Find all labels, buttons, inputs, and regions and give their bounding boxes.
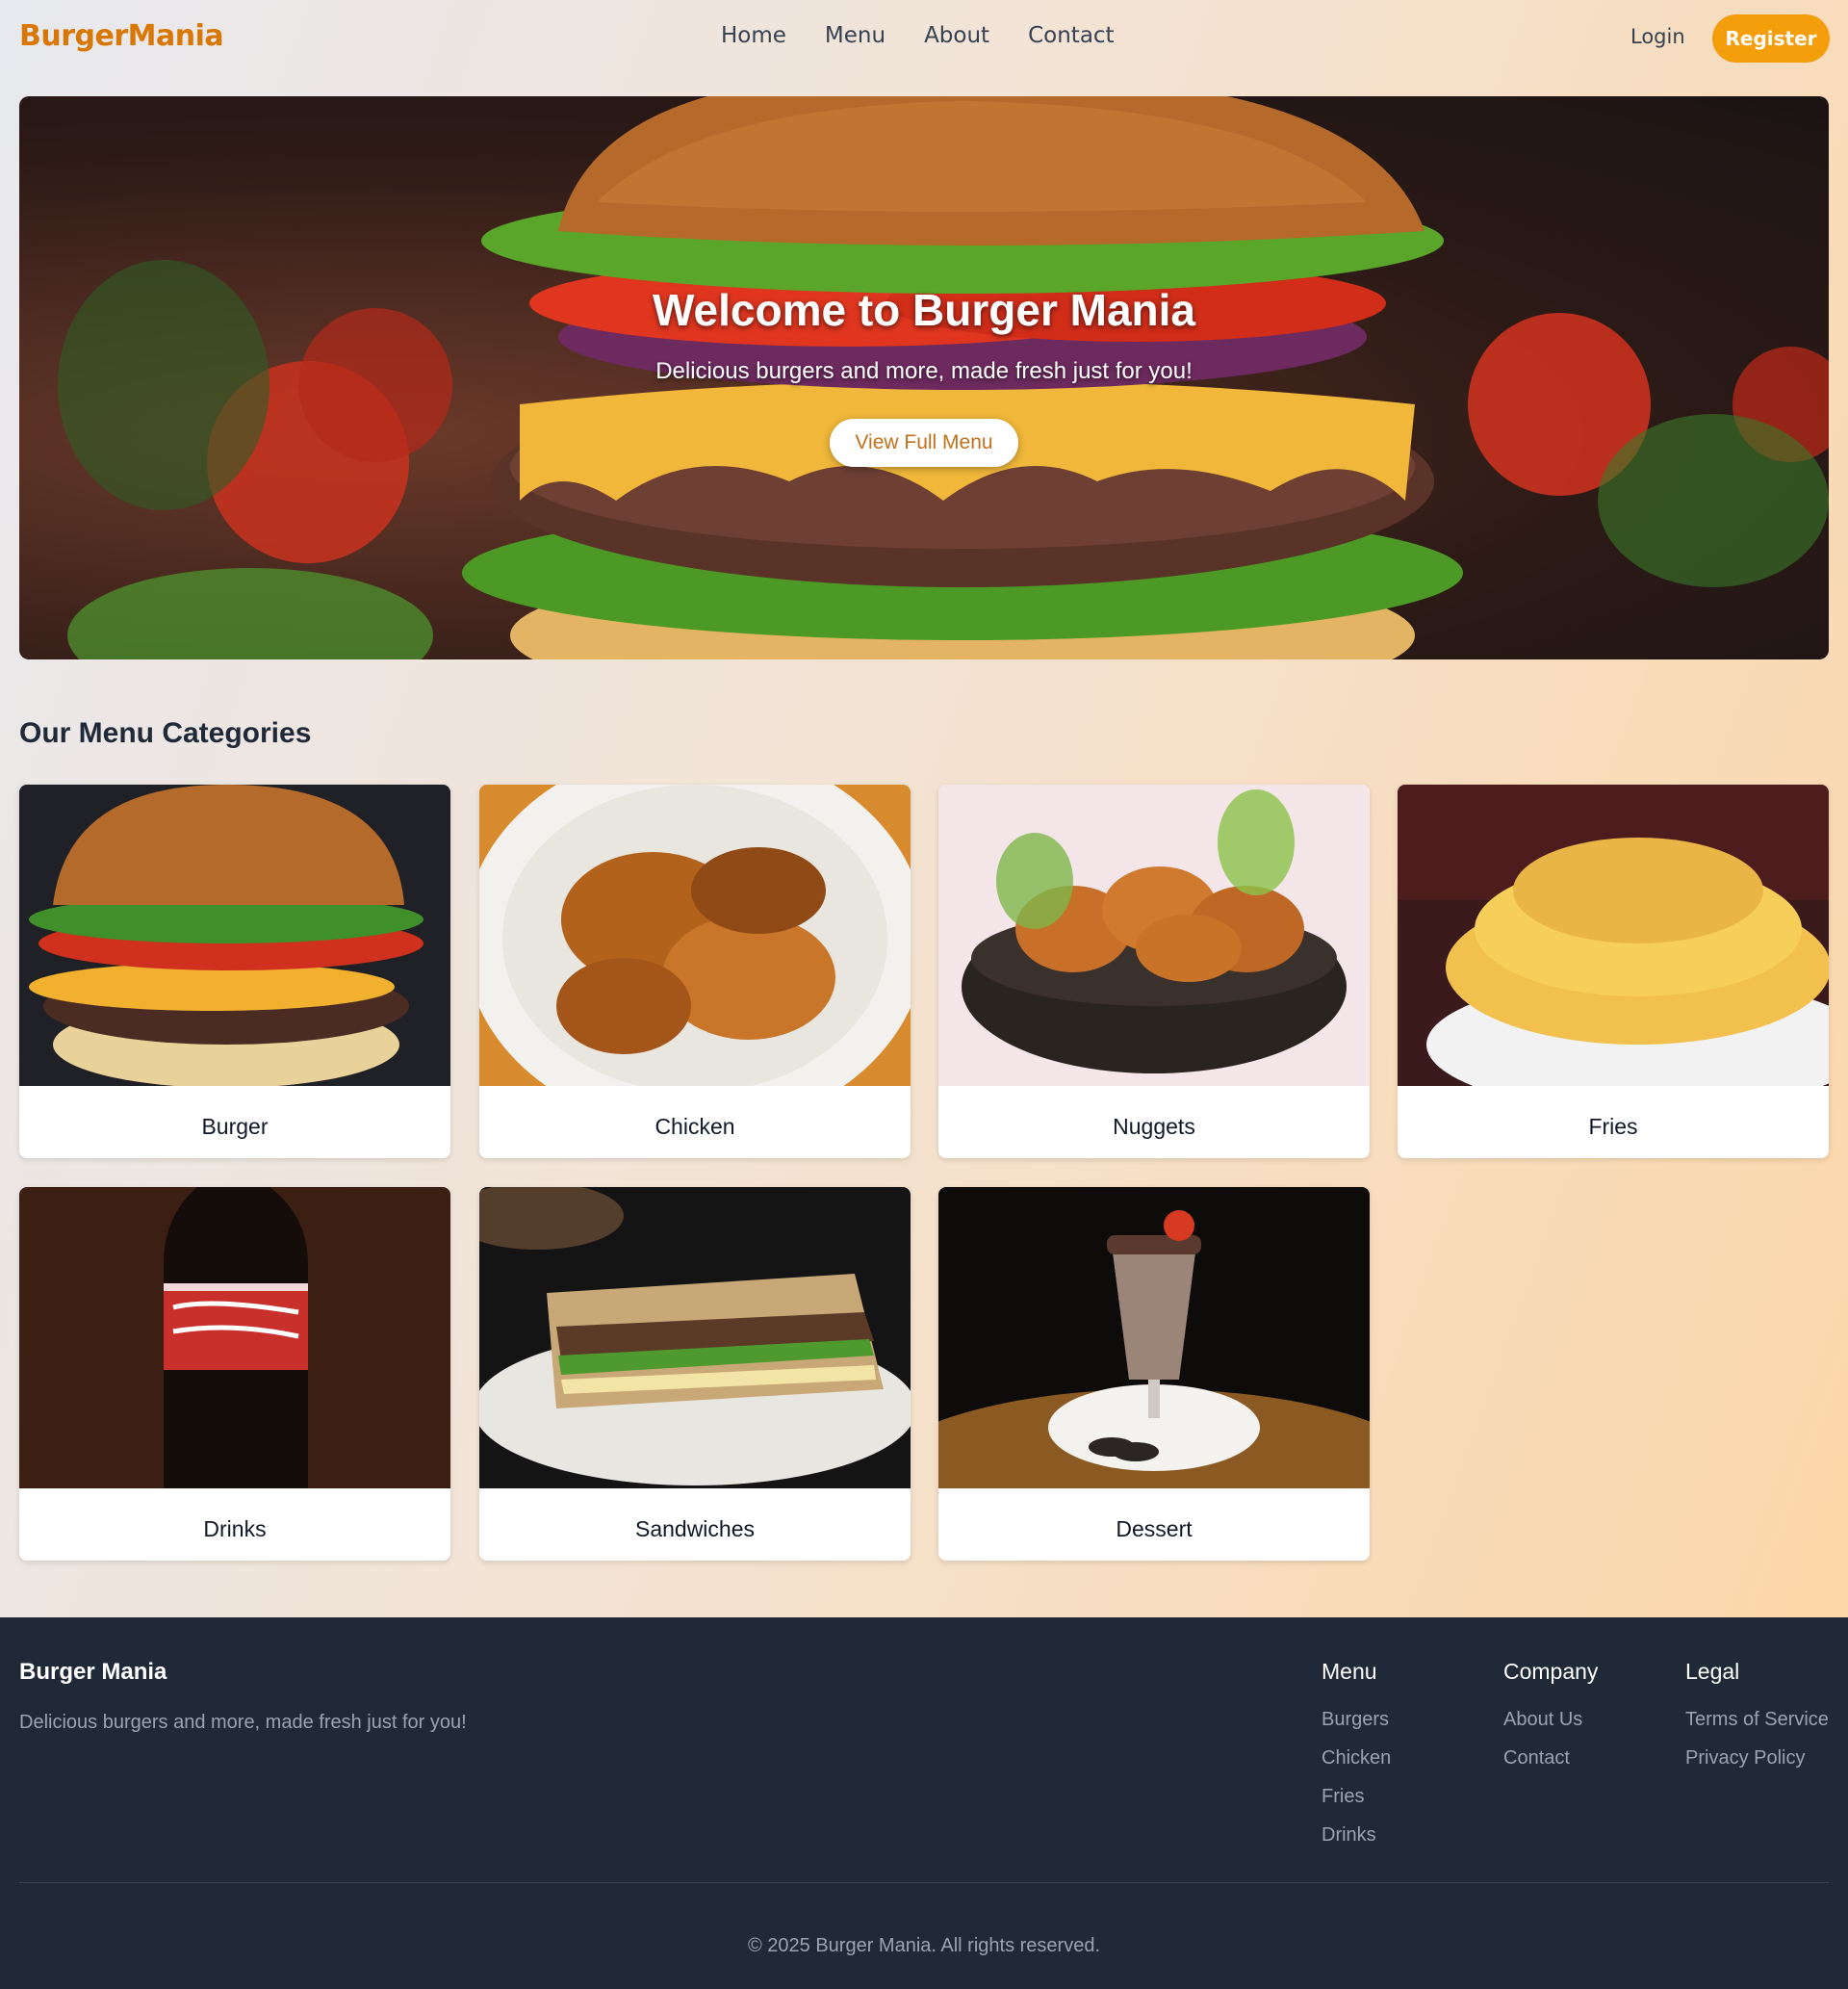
footer-copyright: © 2025 Burger Mania. All rights reserved… [747, 1935, 1101, 1956]
nav-link-about[interactable]: About [924, 23, 989, 48]
nav-links: Home Menu About Contact [721, 23, 1115, 48]
footer-link-chicken[interactable]: Chicken [1322, 1739, 1391, 1777]
footer-link-drinks[interactable]: Drinks [1322, 1816, 1391, 1854]
category-label: Sandwiches [634, 1516, 756, 1541]
category-label: Fries [1588, 1114, 1638, 1139]
footer-brand: Burger Mania [19, 1659, 167, 1685]
register-button[interactable]: Register [1712, 14, 1830, 63]
footer-link-contact[interactable]: Contact [1503, 1739, 1598, 1777]
category-card-fries[interactable]: Fries [1398, 785, 1829, 1158]
footer-link-fries[interactable]: Fries [1322, 1777, 1391, 1816]
chicken-photo [479, 785, 911, 1131]
footer-link-about-us[interactable]: About Us [1503, 1700, 1598, 1739]
nuggets-photo [938, 785, 1370, 1086]
burger-photo [19, 785, 450, 1088]
footer-column-legal: Legal Terms of Service Privacy Policy [1685, 1659, 1829, 1777]
category-card-dessert[interactable]: Dessert [938, 1187, 1370, 1561]
milkshake-photo [938, 1187, 1370, 1561]
login-link[interactable]: Login [1630, 25, 1685, 48]
top-navbar: BurgerMania Home Menu About Contact Logi… [0, 0, 1848, 77]
nav-link-menu[interactable]: Menu [825, 23, 886, 48]
hero-banner: Welcome to Burger Mania Delicious burger… [19, 96, 1829, 659]
menu-categories-heading: Our Menu Categories [19, 717, 312, 749]
category-card-nuggets[interactable]: Nuggets [938, 785, 1370, 1158]
footer-link-terms[interactable]: Terms of Service [1685, 1700, 1829, 1739]
hero-subtitle: Delicious burgers and more, made fresh j… [655, 358, 1193, 384]
category-card-chicken[interactable]: Chicken [479, 785, 911, 1158]
view-full-menu-button[interactable]: View Full Menu [830, 419, 1018, 467]
footer-divider [19, 1882, 1829, 1883]
footer-column-company: Company About Us Contact [1503, 1659, 1598, 1777]
nav-link-home[interactable]: Home [721, 23, 786, 48]
footer-column-title: Menu [1322, 1659, 1377, 1684]
category-label: Burger [201, 1114, 269, 1139]
hero-title: Welcome to Burger Mania [652, 285, 1196, 335]
footer-column-title: Company [1503, 1659, 1599, 1684]
footer-column-title: Legal [1685, 1659, 1740, 1684]
site-footer: Burger Mania Delicious burgers and more,… [0, 1617, 1848, 1989]
category-label: Drinks [203, 1516, 267, 1541]
category-card-burger[interactable]: Burger [19, 785, 450, 1158]
footer-link-privacy[interactable]: Privacy Policy [1685, 1739, 1829, 1777]
footer-column-menu: Menu Burgers Chicken Fries Drinks [1322, 1659, 1391, 1854]
category-card-sandwiches[interactable]: Sandwiches [479, 1187, 911, 1561]
category-label: Chicken [654, 1114, 735, 1139]
category-card-drinks[interactable]: Drinks [19, 1187, 450, 1561]
cola-bottle-photo [19, 1187, 450, 1488]
category-label: Dessert [1116, 1516, 1193, 1541]
footer-tagline: Delicious burgers and more, made fresh j… [19, 1712, 467, 1733]
category-label: Nuggets [1113, 1114, 1195, 1139]
sandwich-photo [479, 1187, 911, 1488]
brand-logo[interactable]: BurgerMania [19, 19, 224, 53]
footer-link-burgers[interactable]: Burgers [1322, 1700, 1391, 1739]
nav-link-contact[interactable]: Contact [1028, 23, 1114, 48]
fries-photo [1398, 785, 1829, 1112]
